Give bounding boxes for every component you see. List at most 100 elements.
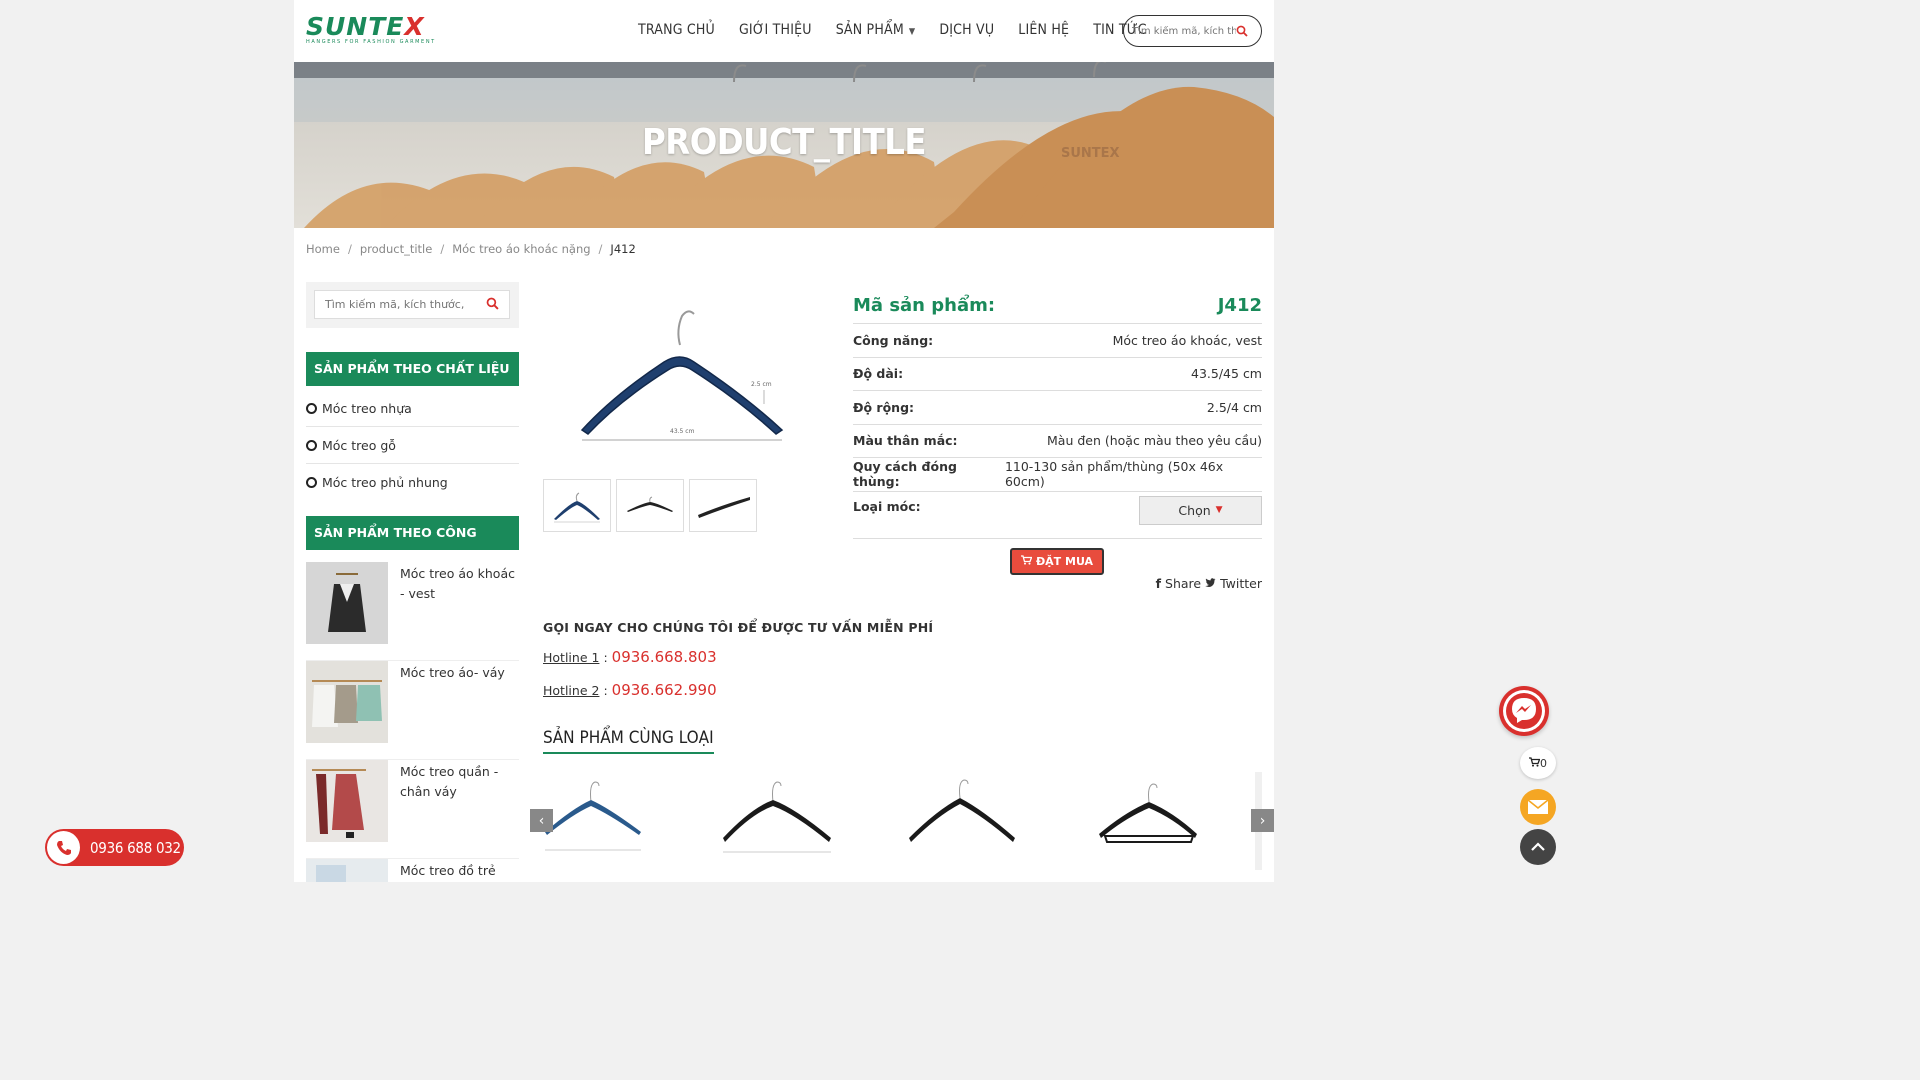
floating-mail-button[interactable]: [1520, 789, 1556, 825]
twitter-share[interactable]: Twitter: [1205, 576, 1262, 591]
material-item-plastic[interactable]: Móc treo nhựa: [306, 390, 519, 427]
facebook-share[interactable]: f Share: [1156, 576, 1202, 591]
colon: :: [603, 650, 608, 665]
search-icon[interactable]: [486, 295, 499, 314]
hotline-2: Hotline 2: 0936.662.990: [543, 681, 717, 699]
related-item[interactable]: [905, 772, 1025, 862]
phone-icon: [47, 831, 80, 864]
scroll-to-top-button[interactable]: [1520, 829, 1556, 865]
function-list: Móc treo áo khoác - vest Móc treo áo- vá…: [306, 562, 519, 882]
floating-phone-button[interactable]: 0936 688 032: [45, 829, 184, 866]
nav-products[interactable]: SẢN PHẨM ▼: [836, 22, 916, 38]
spec-row: Quy cách đóng thùng: 110-130 sản phẩm/thù…: [853, 458, 1262, 492]
main-nav: TRANG CHỦ GIỚI THIỆU SẢN PHẨM ▼ DỊCH VỤ L…: [638, 22, 1147, 38]
nav-products-label: SẢN PHẨM: [835, 22, 904, 38]
nav-contact[interactable]: LIÊN HỆ: [1018, 22, 1069, 38]
dress-thumbnail: [306, 661, 388, 743]
function-label: Móc treo đồ trẻ: [400, 863, 496, 878]
material-item-wood[interactable]: Móc treo gỗ: [306, 427, 519, 464]
material-label: Móc treo phủ nhung: [322, 475, 448, 490]
order-button[interactable]: ĐẶT MUA: [1010, 548, 1104, 575]
related-item[interactable]: [543, 772, 663, 862]
circle-icon: [306, 477, 317, 488]
colon: :: [603, 683, 608, 698]
spec-key: Màu thân mắc:: [853, 433, 958, 449]
hotline-1: Hotline 1: 0936.668.803: [543, 648, 717, 666]
logo-text: SUNTEX: [306, 14, 446, 39]
hotline-2-number[interactable]: 0936.662.990: [612, 681, 717, 699]
order-button-label: ĐẶT MUA: [1035, 555, 1094, 568]
spec-row: Màu thân mắc: Màu đen (hoặc màu theo yêu …: [853, 425, 1262, 458]
spec-value: Màu đen (hoặc màu theo yêu cầu): [1047, 433, 1262, 449]
facebook-icon: f: [1155, 576, 1162, 591]
hotline-1-label[interactable]: Hotline 1: [543, 650, 599, 665]
cart-icon: [1020, 555, 1033, 568]
logo[interactable]: SUNTEX HANGERS FOR FASHION GARMENT: [306, 14, 446, 45]
share-label: Share: [1165, 576, 1202, 591]
related-products-title: SẢN PHẨM CÙNG LOẠI: [543, 728, 714, 754]
function-item-pants[interactable]: Móc treo quần - chân váy: [306, 760, 519, 859]
length-label: 43.5 cm: [670, 428, 695, 435]
carousel-prev-button[interactable]: ‹: [530, 809, 553, 832]
thumbnail-3[interactable]: [689, 479, 757, 532]
share-row: f Share Twitter: [1152, 576, 1262, 591]
cart-count: 0: [1540, 756, 1547, 770]
breadcrumb-current: J412: [610, 242, 636, 256]
sidebar-search: [314, 290, 510, 319]
product-code-label: Mã sản phẩm:: [853, 295, 996, 316]
search-icon[interactable]: [1236, 25, 1248, 37]
product-thumbnails: [543, 479, 757, 532]
page-container: SUNTEX HANGERS FOR FASHION GARMENT TRANG…: [294, 0, 1274, 882]
spec-key: Độ dài:: [853, 366, 904, 382]
page-title: PRODUCT_TITLE: [642, 122, 926, 163]
spec-value: 2.5/4 cm: [1206, 399, 1262, 415]
thumbnail-2[interactable]: [616, 479, 684, 532]
breadcrumb-subcategory[interactable]: Móc treo áo khoác nặng: [452, 242, 590, 256]
hook-type-row: Loại móc: Chọn ▼: [853, 492, 1262, 539]
function-item-dress[interactable]: Móc treo áo- váy: [306, 661, 519, 760]
related-item[interactable]: [721, 772, 841, 862]
function-label: Móc treo áo khoác - vest: [400, 566, 515, 601]
material-heading: SẢN PHẨM THEO CHẤT LIỆU: [306, 352, 519, 386]
width-label: 2.5 cm: [751, 381, 772, 388]
circle-icon: [306, 439, 317, 451]
function-item-coat[interactable]: Móc treo áo khoác - vest: [306, 562, 519, 661]
function-label: Móc treo quần - chân váy: [400, 764, 499, 799]
sidebar-search-input[interactable]: [325, 298, 472, 311]
spec-value: 110-130 sản phẩm/thùng (50x 46x 60cm): [1004, 459, 1224, 490]
header-search-input[interactable]: [1132, 25, 1236, 37]
hook-type-label: Loại móc:: [853, 498, 921, 514]
thumbnail-1[interactable]: [543, 479, 611, 532]
floating-cart-button[interactable]: 0: [1520, 747, 1556, 779]
messenger-button[interactable]: [1499, 686, 1549, 736]
spec-value: Móc treo áo khoác, vest: [1112, 332, 1262, 348]
breadcrumb-separator: /: [440, 242, 445, 256]
function-label: Móc treo áo- váy: [400, 665, 505, 680]
breadcrumb-separator: /: [347, 242, 352, 256]
material-item-velvet[interactable]: Móc treo phủ nhung: [306, 464, 519, 501]
nav-home[interactable]: TRANG CHỦ: [638, 22, 715, 38]
chevron-down-icon: ▼: [908, 27, 916, 37]
header-search: [1123, 15, 1262, 47]
carousel-next-button[interactable]: ›: [1251, 809, 1274, 832]
breadcrumb-separator: /: [598, 242, 603, 256]
function-heading: SẢN PHẨM THEO CÔNG NĂNG: [306, 516, 519, 574]
related-item[interactable]: [1097, 772, 1217, 862]
breadcrumb-category[interactable]: product_title: [360, 242, 432, 256]
function-item-kids[interactable]: Móc treo đồ trẻ: [306, 859, 519, 882]
related-products-carousel: [543, 772, 1263, 870]
logo-tagline: HANGERS FOR FASHION GARMENT: [306, 39, 436, 45]
nav-about[interactable]: GIỚI THIỆU: [739, 22, 812, 38]
coat-thumbnail: [306, 562, 388, 644]
hotline-2-label[interactable]: Hotline 2: [543, 683, 599, 698]
hook-type-select[interactable]: Chọn ▼: [1139, 495, 1262, 525]
spec-row: Độ dài: 43.5/45 cm: [853, 358, 1262, 391]
logo-text-main: SUNTE: [306, 12, 405, 41]
spec-row: Độ rộng: 2.5/4 cm: [853, 391, 1262, 425]
hotline-1-number[interactable]: 0936.668.803: [612, 648, 717, 666]
product-code-value: J412: [1217, 295, 1262, 316]
twitter-icon: [1205, 576, 1220, 591]
nav-services[interactable]: DỊCH VỤ: [939, 22, 994, 38]
breadcrumb-home[interactable]: Home: [306, 242, 340, 256]
product-main-image[interactable]: 43.5 cm 2.5 cm: [554, 300, 814, 450]
